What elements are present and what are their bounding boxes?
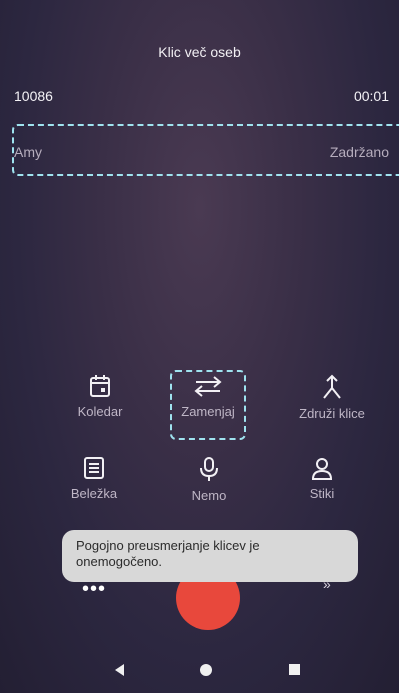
calendar-button[interactable]: Koledar: [45, 374, 155, 419]
highlight-held-call: [12, 124, 399, 176]
notes-label: Beležka: [70, 486, 118, 501]
navigation-bar: [0, 650, 399, 693]
recent-apps-icon[interactable]: [289, 664, 300, 675]
home-icon[interactable]: [200, 664, 212, 676]
highlight-swap-button: [170, 370, 246, 440]
active-call-row: 10086 00:01: [14, 88, 389, 104]
merge-calls-button[interactable]: Združi klice: [277, 374, 387, 421]
contacts-icon: [311, 458, 333, 480]
mute-label: Nemo: [191, 488, 227, 503]
merge-icon: [323, 374, 341, 399]
mute-button[interactable]: Nemo: [154, 456, 264, 503]
notes-button[interactable]: Beležka: [39, 456, 149, 501]
contacts-button[interactable]: Stiki: [267, 456, 377, 501]
active-call-duration: 00:01: [353, 88, 389, 104]
microphone-icon: [200, 457, 218, 481]
calendar-icon: [90, 375, 110, 397]
merge-label: Združi klice: [299, 406, 365, 421]
notes-icon: [84, 457, 104, 479]
active-call-number: 10086: [14, 88, 53, 104]
back-icon[interactable]: [115, 664, 124, 676]
call-screen: Klic več oseb 10086 00:01 Amy Zadržano K…: [0, 0, 399, 693]
page-title: Klic več oseb: [158, 44, 241, 60]
calendar-label: Koledar: [77, 404, 123, 419]
contacts-label: Stiki: [309, 486, 335, 501]
toast-message: Pogojno preusmerjanje klicev je onemogoč…: [62, 530, 358, 582]
